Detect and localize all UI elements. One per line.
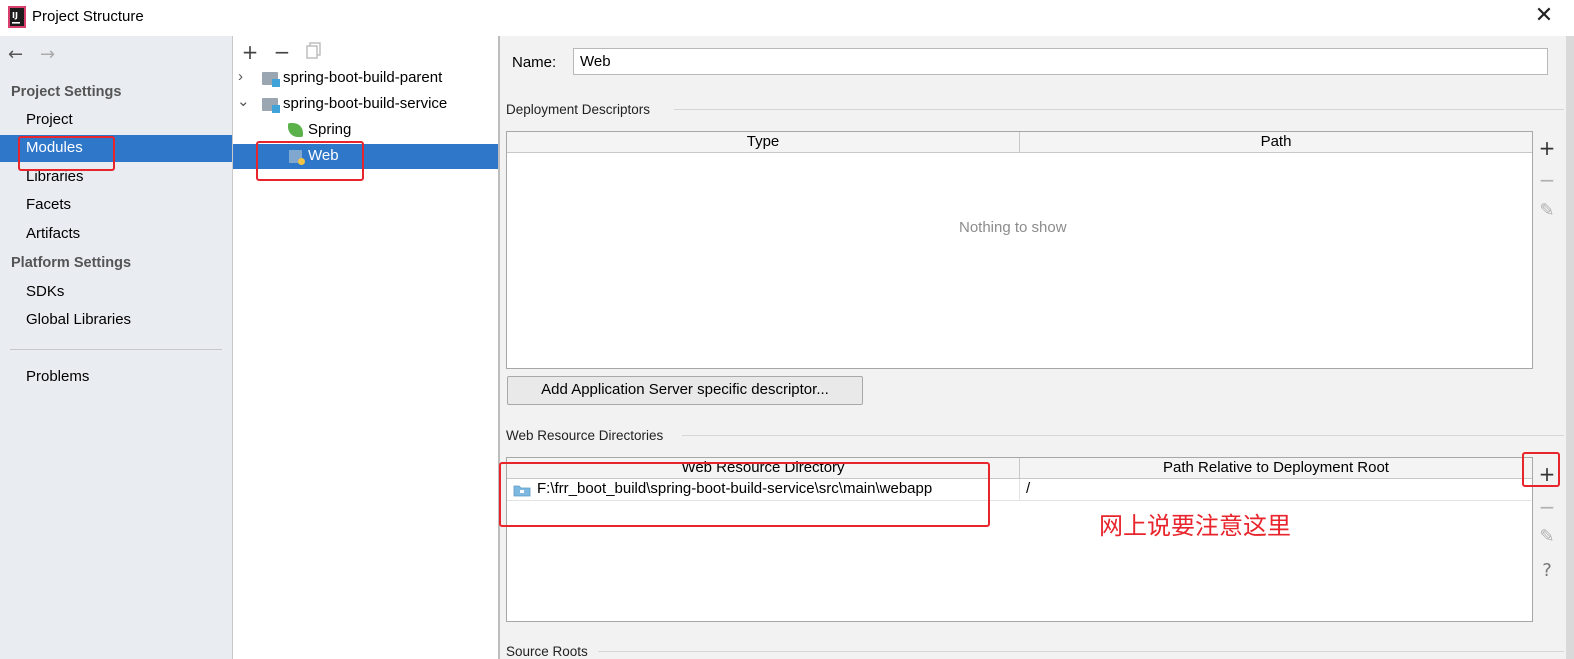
web-resource-directories-title: Web Resource Directories (506, 428, 664, 443)
title-bar (0, 0, 1574, 36)
tree-node-service-module[interactable]: ⌄ spring-boot-build-service (233, 92, 498, 117)
tree-node-parent-module[interactable]: › spring-boot-build-parent (233, 66, 498, 91)
deployment-descriptors-table[interactable]: Type Path Nothing to show (506, 131, 1533, 369)
chevron-down-icon[interactable]: ⌄ (237, 92, 250, 110)
window-edge (1566, 36, 1574, 659)
empty-state-text: Nothing to show (959, 219, 1067, 236)
edit-descriptor-icon[interactable]: ✎ (1537, 200, 1557, 221)
sidebar-item-problems[interactable]: Problems (0, 364, 232, 391)
sidebar-item-libraries[interactable]: Libraries (0, 164, 232, 191)
close-icon[interactable]: ✕ (1532, 4, 1556, 28)
row-divider (507, 500, 1531, 501)
path-relative-column-header[interactable]: Path Relative to Deployment Root (1020, 458, 1532, 479)
forward-arrow-icon[interactable]: → (40, 44, 55, 65)
sidebar-item-modules[interactable]: Modules (0, 135, 232, 162)
window-title: Project Structure (32, 8, 144, 25)
tree-node-web-facet[interactable]: Web (233, 144, 498, 169)
remove-module-icon[interactable]: − (272, 40, 292, 64)
platform-settings-heading: Platform Settings (11, 255, 132, 271)
module-folder-icon (262, 72, 280, 87)
name-field[interactable] (573, 48, 1548, 75)
remove-web-resource-icon[interactable]: − (1537, 495, 1557, 519)
add-web-resource-icon[interactable]: + (1537, 462, 1557, 486)
web-facet-icon (289, 150, 305, 165)
deployment-descriptors-title: Deployment Descriptors (506, 102, 651, 117)
table-row[interactable]: F:\frr_boot_build\spring-boot-build-serv… (507, 479, 1532, 501)
sidebar-item-project[interactable]: Project (0, 107, 232, 134)
add-descriptor-icon[interactable]: + (1537, 136, 1557, 160)
add-server-descriptor-button[interactable]: Add Application Server specific descript… (507, 376, 863, 405)
section-divider (674, 109, 1564, 110)
web-resource-directories-table[interactable]: Web Resource Directory Path Relative to … (506, 457, 1533, 622)
svg-text:IJ: IJ (12, 11, 18, 20)
project-settings-heading: Project Settings (11, 84, 122, 100)
web-resource-directory-column-header[interactable]: Web Resource Directory (507, 458, 1020, 479)
intellij-app-icon: IJ (8, 6, 26, 28)
sidebar-item-global-libraries[interactable]: Global Libraries (0, 307, 232, 334)
copy-icon[interactable] (306, 42, 322, 59)
sidebar-item-sdks[interactable]: SDKs (0, 279, 232, 306)
facet-settings-panel: Name: Deployment Descriptors Type Path N… (500, 36, 1566, 659)
sidebar-item-facets[interactable]: Facets (0, 192, 232, 219)
chevron-right-icon[interactable]: › (238, 68, 243, 85)
sidebar-item-artifacts[interactable]: Artifacts (0, 221, 232, 248)
source-roots-title: Source Roots (506, 644, 588, 659)
edit-web-resource-icon[interactable]: ✎ (1537, 526, 1557, 547)
settings-sidebar: ← → Project Settings Project Modules Lib… (0, 36, 233, 659)
module-tree-panel: + − › spring-boot-build-parent ⌄ spring-… (233, 36, 500, 659)
spring-leaf-icon (288, 123, 303, 137)
column-divider (1019, 479, 1020, 501)
help-icon[interactable]: ? (1537, 560, 1557, 581)
section-divider (598, 651, 1564, 652)
add-module-icon[interactable]: + (240, 40, 260, 64)
section-divider (682, 435, 1564, 436)
annotation-note: 网上说要注意这里 (1099, 512, 1291, 540)
sidebar-divider (10, 349, 222, 350)
back-arrow-icon[interactable]: ← (8, 44, 23, 65)
module-folder-icon (262, 98, 280, 113)
path-column-header[interactable]: Path (1020, 132, 1532, 153)
remove-descriptor-icon[interactable]: − (1537, 168, 1557, 192)
folder-icon (513, 485, 531, 497)
path-relative-cell: / (1026, 480, 1031, 497)
name-label: Name: (512, 54, 557, 71)
type-column-header[interactable]: Type (507, 132, 1020, 153)
tree-node-spring-facet[interactable]: Spring (233, 118, 498, 143)
web-resource-directory-cell: F:\frr_boot_build\spring-boot-build-serv… (537, 480, 933, 497)
